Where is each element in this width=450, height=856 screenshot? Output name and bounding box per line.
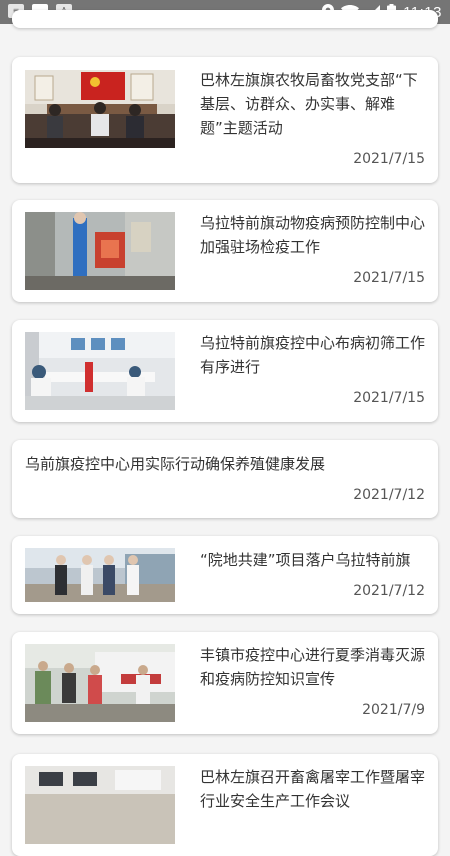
conference-thumbnail	[25, 766, 175, 844]
news-title: 巴林左旗旗农牧局畜牧党支部“下基层、访群众、办实事、解难题”主题活动	[200, 71, 418, 137]
news-card[interactable]: 乌拉特前旗疫控中心布病初筛工作有序进行 2021/7/15	[12, 320, 438, 422]
news-date: 2021/7/12	[353, 487, 425, 503]
news-date: 2021/7/12	[353, 583, 425, 599]
news-card-partial[interactable]	[12, 10, 438, 28]
lab-screening-thumbnail	[25, 332, 175, 410]
meeting-room-thumbnail	[25, 70, 175, 148]
quarantine-inspection-thumbnail	[25, 212, 175, 290]
news-date: 2021/7/15	[353, 390, 425, 406]
news-card[interactable]: 乌前旗疫控中心用实际行动确保养殖健康发展 2021/7/12	[12, 440, 438, 518]
news-title: 乌前旗疫控中心用实际行动确保养殖健康发展	[25, 455, 326, 473]
news-card[interactable]: 巴林左旗召开畜禽屠宰工作暨屠宰行业安全生产工作会议	[12, 754, 438, 856]
news-title: 乌拉特前旗疫控中心布病初筛工作有序进行	[200, 334, 426, 376]
news-card[interactable]: 巴林左旗旗农牧局畜牧党支部“下基层、访群众、办实事、解难题”主题活动 2021/…	[12, 57, 438, 183]
news-date: 2021/7/9	[362, 702, 425, 718]
news-title: 巴林左旗召开畜禽屠宰工作暨屠宰行业安全生产工作会议	[200, 768, 426, 810]
news-title: 丰镇市疫控中心进行夏季消毒灭源和疫病防控知识宣传	[200, 646, 426, 688]
news-card[interactable]: 乌拉特前旗动物疫病预防控制中心加强驻场检疫工作 2021/7/15	[12, 200, 438, 302]
news-title: “院地共建”项目落户乌拉特前旗	[200, 551, 411, 569]
news-card[interactable]: “院地共建”项目落户乌拉特前旗 2021/7/12	[12, 536, 438, 614]
outdoor-visit-thumbnail	[25, 548, 175, 602]
news-date: 2021/7/15	[353, 151, 425, 167]
news-card[interactable]: 丰镇市疫控中心进行夏季消毒灭源和疫病防控知识宣传 2021/7/9	[12, 632, 438, 734]
news-date: 2021/7/15	[353, 270, 425, 286]
news-title: 乌拉特前旗动物疫病预防控制中心加强驻场检疫工作	[200, 214, 426, 256]
street-campaign-thumbnail	[25, 644, 175, 722]
